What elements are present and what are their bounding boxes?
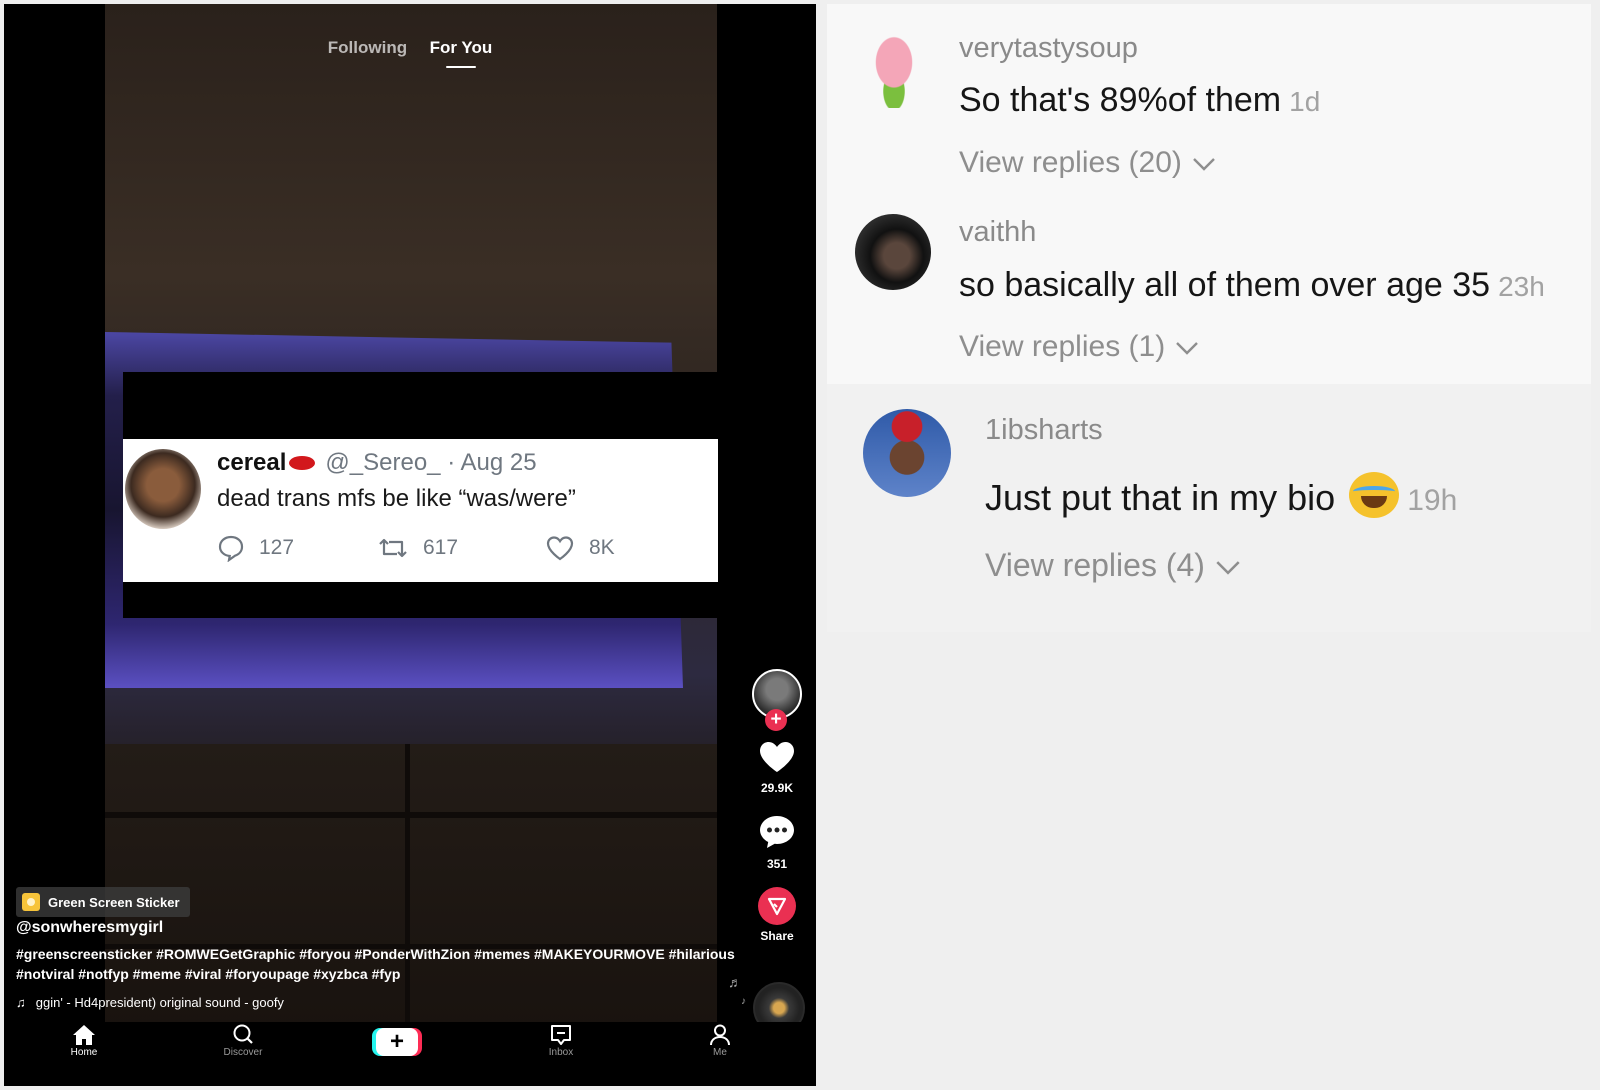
green-screen-label: Green Screen Sticker <box>48 894 180 910</box>
heart-icon <box>760 742 794 772</box>
nav-me-label: Me <box>713 1047 727 1058</box>
commenter-avatar[interactable] <box>861 32 927 108</box>
share-button[interactable]: Share <box>746 887 808 943</box>
nav-home-label: Home <box>70 1047 98 1058</box>
view-replies-button[interactable]: View replies (20) <box>959 146 1216 180</box>
comment-username[interactable]: 1ibsharts <box>985 414 1103 447</box>
tweet-separator: · <box>447 449 456 476</box>
comment-text: so basically all of them over age 35 23h <box>959 266 1545 305</box>
tweet-like-count: 8K <box>589 536 615 559</box>
comments-panel: verytastysoup So that's 89%of them 1d Vie… <box>827 4 1591 632</box>
nav-me[interactable]: Me <box>680 1024 760 1058</box>
chevron-down-icon <box>1216 561 1240 575</box>
comment-body: so basically all of them over age 35 <box>959 266 1491 304</box>
video-player-panel[interactable]: Following For You cereal @_Sereo_ · Aug 2… <box>4 4 816 1086</box>
share-circle <box>758 887 796 925</box>
nav-inbox-label: Inbox <box>548 1047 574 1058</box>
comment-username[interactable]: vaithh <box>959 216 1036 249</box>
comment-item: 1ibsharts Just put that in my bio 19h Vi… <box>827 384 1591 632</box>
view-replies-label: View replies (20) <box>959 146 1182 179</box>
tears-of-joy-emoji-icon <box>1349 472 1400 518</box>
share-label: Share <box>760 929 794 943</box>
like-count: 29.9K <box>760 781 794 795</box>
nav-inbox[interactable]: Inbox <box>521 1024 601 1058</box>
comment-count: 351 <box>766 857 788 871</box>
home-icon <box>73 1025 95 1045</box>
comment-body: Just put that in my bio <box>985 477 1336 518</box>
speech-bubble-icon <box>218 535 244 562</box>
commenter-avatar[interactable] <box>863 409 951 497</box>
view-replies-label: View replies (4) <box>985 547 1205 583</box>
tweet-like-action: 8K <box>545 534 615 562</box>
follow-plus-button[interactable]: + <box>765 709 787 731</box>
tweet-header: cereal @_Sereo_ · Aug 25 <box>217 449 537 477</box>
nav-home[interactable]: Home <box>44 1024 124 1058</box>
comment-username[interactable]: verytastysoup <box>959 32 1138 65</box>
bottom-navigation: Home Discover + Inbox Me <box>4 1022 816 1086</box>
comment-text: So that's 89%of them 1d <box>959 81 1320 120</box>
chevron-down-icon <box>1176 342 1199 355</box>
retweet-icon <box>379 538 407 558</box>
comment-time: 1d <box>1289 86 1321 117</box>
tweet-card: cereal @_Sereo_ · Aug 25 dead trans mfs b… <box>123 439 718 582</box>
green-screen-icon <box>22 893 40 911</box>
tweet-date: Aug 25 <box>460 449 537 476</box>
search-icon <box>233 1024 253 1044</box>
tweet-display-name: cereal <box>217 449 287 476</box>
tweet-reply-action: 127 <box>217 534 294 562</box>
tweet-retweet-action: 617 <box>377 534 458 562</box>
tweet-avatar <box>125 449 201 529</box>
music-note-icon: ♫ <box>16 995 26 1010</box>
tweet-reply-count: 127 <box>259 536 295 559</box>
comment-button[interactable]: 351 <box>746 814 808 871</box>
commenter-avatar[interactable] <box>855 214 931 290</box>
green-screen-badge[interactable]: Green Screen Sticker <box>16 887 190 917</box>
comment-text: Just put that in my bio 19h <box>985 472 1457 519</box>
comment-body: So that's 89%of them <box>959 81 1282 119</box>
comment-item: vaithh so basically all of them over age… <box>827 194 1591 384</box>
view-replies-button[interactable]: View replies (1) <box>959 330 1199 364</box>
nav-discover-label: Discover <box>223 1047 263 1058</box>
tab-for-you[interactable]: For You <box>430 38 492 68</box>
sound-ticker[interactable]: ♫ ggin' - Hd4president) original sound - … <box>16 995 284 1010</box>
heart-outline-icon <box>546 536 574 561</box>
comment-item: verytastysoup So that's 89%of them 1d Vie… <box>827 4 1591 194</box>
lips-emoji-icon <box>289 455 316 470</box>
tweet-text: dead trans mfs be like “was/were” <box>217 485 576 512</box>
sound-text: ggin' - Hd4president) original sound - g… <box>35 995 284 1010</box>
tweet-handle: @_Sereo_ <box>325 449 441 476</box>
view-replies-label: View replies (1) <box>959 330 1166 363</box>
caption-hashtags[interactable]: #greenscreensticker #ROMWEGetGraphic #fo… <box>16 944 736 984</box>
tab-following[interactable]: Following <box>328 38 407 58</box>
comment-time: 23h <box>1498 271 1545 302</box>
profile-icon <box>710 1024 730 1046</box>
create-button[interactable]: + <box>376 1028 418 1056</box>
music-note-small-icon: ♪ <box>741 996 746 1007</box>
chevron-down-icon <box>1193 158 1215 171</box>
share-arrow-icon <box>767 897 787 916</box>
inbox-icon <box>551 1025 571 1045</box>
comment-time: 19h <box>1407 484 1458 517</box>
like-button[interactable]: 29.9K <box>746 740 808 795</box>
author-handle[interactable]: @sonwheresmygirl <box>16 919 163 937</box>
nav-discover[interactable]: Discover <box>203 1024 283 1058</box>
feed-tabs: Following For You <box>4 38 816 68</box>
tweet-retweet-count: 617 <box>423 536 459 559</box>
green-screen-sticker: cereal @_Sereo_ · Aug 25 dead trans mfs b… <box>123 372 718 618</box>
comment-bubble-icon <box>760 816 794 848</box>
view-replies-button[interactable]: View replies (4) <box>985 547 1241 584</box>
